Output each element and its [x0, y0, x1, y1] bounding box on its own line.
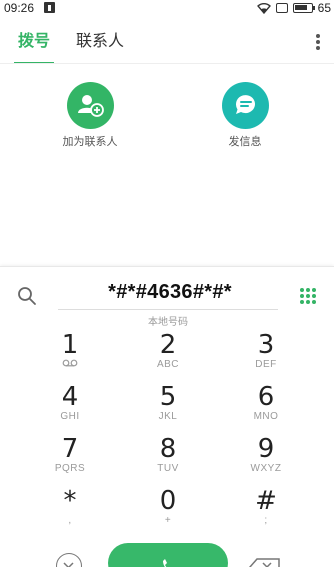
status-icons: 65 — [256, 0, 331, 16]
battery-level: 65 — [317, 1, 331, 15]
key-7[interactable]: 7 PQRS — [20, 435, 120, 475]
key-digit: 8 — [159, 434, 177, 464]
notification-icon — [44, 2, 55, 13]
key-1[interactable]: 1 — [20, 331, 120, 371]
number-underline — [58, 309, 278, 310]
key-5[interactable]: 5 JKL — [118, 383, 218, 423]
key-letters: WXYZ — [250, 463, 282, 474]
key-3[interactable]: 3 DEF — [216, 331, 316, 371]
key-letters: MNO — [253, 411, 279, 422]
key-4[interactable]: 4 GHI — [20, 383, 120, 423]
dialpad-toggle-icon[interactable] — [300, 288, 316, 304]
key-letters: , — [68, 515, 72, 526]
dialpad-panel: *#*#4636#*#* 本地号码 1 2 ABC 3 DEF 4 GHI 5 … — [0, 266, 334, 567]
more-options-icon[interactable] — [314, 32, 322, 52]
tab-bar: 拨号 联系人 — [0, 24, 334, 64]
tab-dial[interactable]: 拨号 — [18, 31, 50, 51]
call-button[interactable] — [108, 543, 228, 567]
send-message-label: 发信息 — [228, 135, 262, 148]
tab-divider — [0, 63, 334, 64]
key-digit: 2 — [159, 330, 177, 360]
key-digit: 7 — [61, 434, 79, 464]
screen-cast-icon — [275, 3, 288, 13]
add-person-icon — [66, 82, 114, 129]
key-digit: 5 — [159, 382, 177, 412]
key-letters: JKL — [158, 411, 178, 422]
key-9[interactable]: 9 WXYZ — [216, 435, 316, 475]
key-digit: 4 — [61, 382, 79, 412]
wifi-icon — [256, 3, 271, 14]
add-contact-label: 加为联系人 — [62, 135, 118, 148]
key-digit: 6 — [257, 382, 275, 412]
key-digit: 1 — [61, 330, 79, 360]
key-letters: ABC — [156, 359, 180, 370]
key-6[interactable]: 6 MNO — [216, 383, 316, 423]
add-contact-button[interactable]: 加为联系人 — [50, 82, 130, 149]
key-2[interactable]: 2 ABC — [118, 331, 218, 371]
message-bubble-icon — [221, 82, 269, 129]
send-message-button[interactable]: 发信息 — [205, 82, 285, 149]
key-digit: * — [63, 486, 77, 516]
key-hash[interactable]: # ; — [216, 487, 316, 527]
collapse-dialpad-icon[interactable] — [56, 553, 82, 567]
voicemail-icon — [20, 359, 120, 371]
key-digit: 9 — [257, 434, 275, 464]
status-bar: 09:26 65 — [0, 0, 334, 16]
key-letters: + — [164, 515, 172, 526]
dialed-number[interactable]: *#*#4636#*#* — [60, 281, 280, 304]
key-digit: 3 — [257, 330, 275, 360]
key-letters: DEF — [255, 359, 277, 370]
key-letters: GHI — [60, 411, 80, 422]
key-letters: PQRS — [54, 463, 86, 474]
tab-contacts[interactable]: 联系人 — [76, 31, 124, 51]
phone-icon — [163, 559, 167, 567]
key-digit: # — [255, 486, 277, 516]
status-time: 09:26 — [4, 1, 35, 15]
key-letters: ; — [264, 515, 268, 526]
battery-icon — [292, 3, 315, 13]
key-letters: TUV — [157, 463, 179, 474]
key-digit: 0 — [159, 486, 177, 516]
key-0[interactable]: 0 + — [118, 487, 218, 527]
backspace-icon[interactable] — [248, 557, 282, 567]
key-star[interactable]: * , — [20, 487, 120, 527]
number-location: 本地号码 — [148, 317, 188, 328]
key-8[interactable]: 8 TUV — [118, 435, 218, 475]
search-icon[interactable] — [17, 286, 37, 306]
